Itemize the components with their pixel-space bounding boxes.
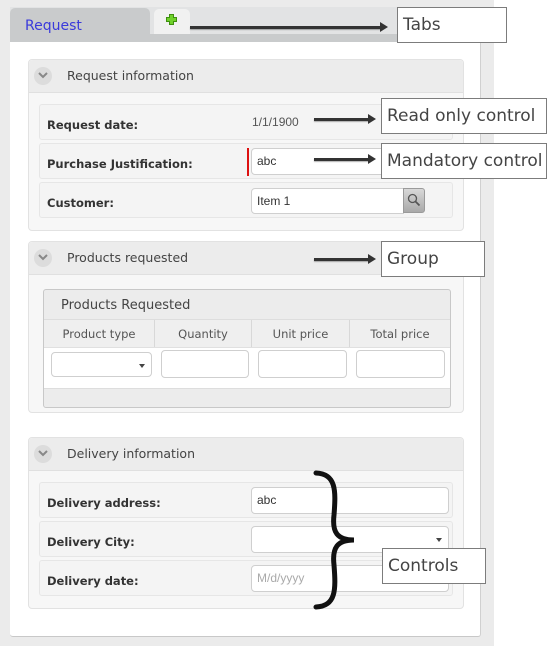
group-title: Delivery information	[67, 446, 196, 461]
callout-mandatory: Mandatory control	[381, 143, 547, 179]
quantity-input[interactable]	[161, 350, 249, 378]
request-date-value: 1/1/1900	[252, 115, 299, 129]
grid-title: Products Requested	[61, 298, 191, 313]
product-type-select[interactable]	[51, 352, 152, 377]
add-tab-button[interactable]	[154, 9, 190, 34]
total-price-input[interactable]	[356, 350, 445, 378]
read-only-arrow	[314, 114, 376, 124]
field-customer: Customer: Item 1	[39, 182, 453, 218]
column-header-total-price[interactable]: Total price	[350, 320, 450, 348]
field-label: Delivery address:	[47, 496, 161, 510]
grid-row	[44, 347, 450, 389]
collapse-chevron-icon[interactable]	[34, 249, 52, 267]
field-label: Purchase Justification:	[47, 157, 193, 171]
group-header[interactable]: Delivery information	[29, 438, 463, 471]
collapse-chevron-icon[interactable]	[34, 67, 52, 85]
dropdown-arrow-icon	[139, 364, 145, 368]
column-header-product-type[interactable]: Product type	[44, 320, 155, 348]
products-grid: Products Requested Product type Quantity…	[43, 289, 451, 408]
curly-brace-icon	[313, 470, 355, 610]
dropdown-arrow-icon	[436, 538, 442, 542]
column-header-unit-price[interactable]: Unit price	[252, 320, 350, 348]
field-delivery-address: Delivery address: abc	[39, 482, 453, 518]
tab-request[interactable]: Request	[10, 8, 150, 42]
field-label: Delivery date:	[47, 574, 139, 588]
callout-tabs: Tabs	[397, 7, 507, 43]
field-label: Customer:	[47, 196, 114, 210]
tabs-arrow	[190, 22, 388, 32]
grid-header: Product type Quantity Unit price Total p…	[44, 319, 450, 348]
group-header[interactable]: Request information	[29, 60, 463, 93]
field-label: Request date:	[47, 118, 139, 132]
collapse-chevron-icon[interactable]	[34, 445, 52, 463]
callout-group: Group	[381, 241, 485, 277]
column-header-quantity[interactable]: Quantity	[155, 320, 252, 348]
customer-lookup-input[interactable]: Item 1	[251, 188, 404, 214]
callout-read-only: Read only control	[381, 98, 547, 134]
group-title: Products requested	[67, 250, 189, 265]
tab-request-label: Request	[25, 18, 82, 34]
mandatory-arrow	[314, 154, 376, 164]
add-tab-icon	[166, 14, 177, 25]
callout-controls: Controls	[382, 548, 486, 584]
field-label: Delivery City:	[47, 535, 135, 549]
unit-price-input[interactable]	[258, 350, 347, 378]
search-icon	[407, 193, 421, 207]
group-arrow	[314, 254, 376, 264]
group-title: Request information	[67, 68, 194, 83]
customer-search-button[interactable]	[403, 188, 425, 213]
mandatory-marker	[247, 148, 249, 176]
